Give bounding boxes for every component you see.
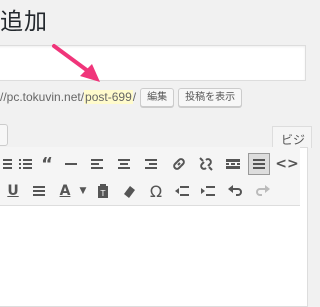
chevron-down-icon[interactable]: ▼ xyxy=(72,180,94,202)
justify-icon[interactable] xyxy=(28,180,50,202)
add-media-button[interactable] xyxy=(0,124,8,146)
align-left-icon[interactable] xyxy=(86,153,108,175)
undo-icon[interactable] xyxy=(224,180,246,202)
permalink-slug[interactable]: post-699 xyxy=(84,90,133,104)
unlink-icon[interactable] xyxy=(195,153,217,175)
align-center-icon[interactable] xyxy=(113,153,135,175)
editor-toolbar: “ <> U A ▼ T Ω xyxy=(0,147,300,206)
permalink-row: //pc.tokuvin.net/ post-699 / 編集 投稿を表示 xyxy=(0,87,243,107)
indent-icon[interactable] xyxy=(197,180,219,202)
edit-permalink-button[interactable]: 編集 xyxy=(140,87,175,107)
special-char-icon[interactable]: Ω xyxy=(145,180,167,202)
redo-icon[interactable] xyxy=(252,180,274,202)
toolbar-row-1: “ <> xyxy=(0,153,300,179)
permalink-url-prefix: //pc.tokuvin.net/ xyxy=(0,90,85,104)
tab-visual[interactable]: ビジ xyxy=(272,126,312,148)
underline-icon[interactable]: U xyxy=(2,180,24,202)
view-post-button[interactable]: 投稿を表示 xyxy=(178,87,243,107)
post-title-input[interactable] xyxy=(0,45,306,81)
svg-text:T: T xyxy=(100,189,106,198)
permalink-trailing: / xyxy=(132,90,137,104)
align-right-icon[interactable] xyxy=(140,153,162,175)
outdent-icon[interactable] xyxy=(171,180,193,202)
horizontal-rule-icon[interactable] xyxy=(60,153,82,175)
paste-text-icon[interactable]: T xyxy=(92,180,114,202)
toolbar-row-2: U A ▼ T Ω xyxy=(0,180,300,206)
link-icon[interactable] xyxy=(168,153,190,175)
numbered-list-icon[interactable] xyxy=(14,153,36,175)
blockquote-icon[interactable]: “ xyxy=(36,153,58,175)
clear-format-icon[interactable] xyxy=(118,180,140,202)
read-more-icon[interactable] xyxy=(222,153,244,175)
annotation-arrow xyxy=(52,44,100,82)
page-title: 追加 xyxy=(0,9,48,35)
toolbar-toggle-icon[interactable] xyxy=(248,153,270,175)
code-icon[interactable]: <> xyxy=(275,153,298,175)
